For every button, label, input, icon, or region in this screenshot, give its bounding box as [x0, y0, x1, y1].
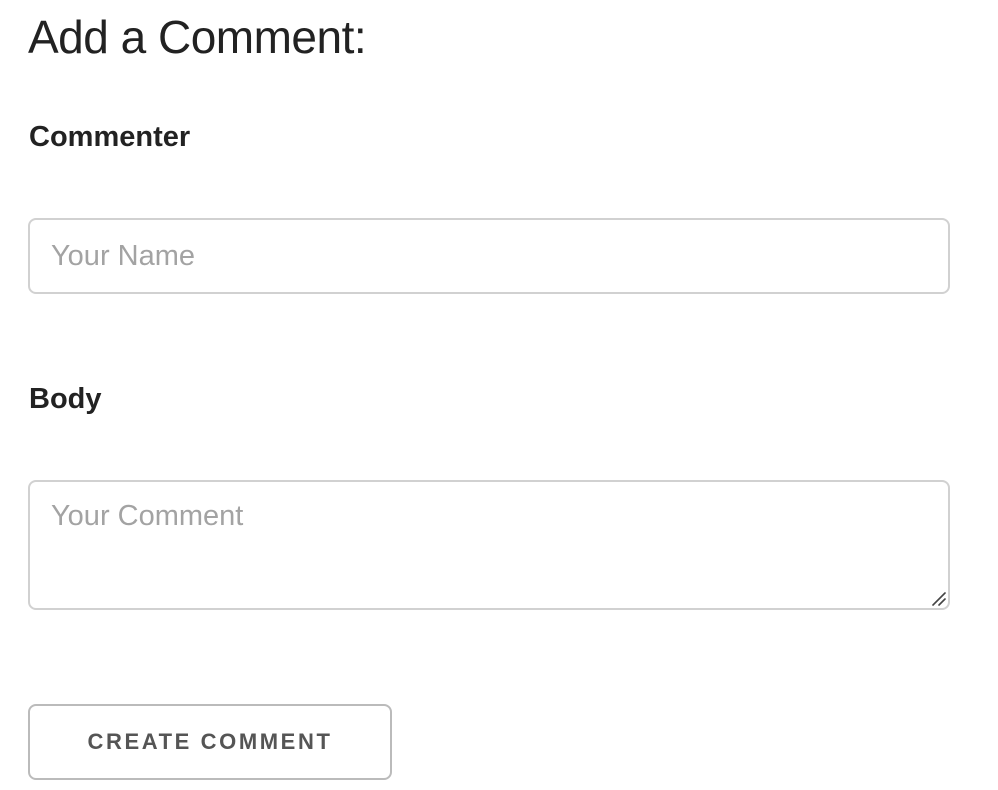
commenter-label: Commenter: [29, 121, 191, 153]
body-textarea[interactable]: [28, 480, 950, 610]
create-comment-button[interactable]: CREATE COMMENT: [28, 704, 392, 780]
form-title: Add a Comment:: [28, 11, 367, 63]
commenter-input[interactable]: [28, 218, 950, 294]
resize-grip-icon[interactable]: [930, 590, 946, 606]
body-label: Body: [29, 383, 102, 415]
